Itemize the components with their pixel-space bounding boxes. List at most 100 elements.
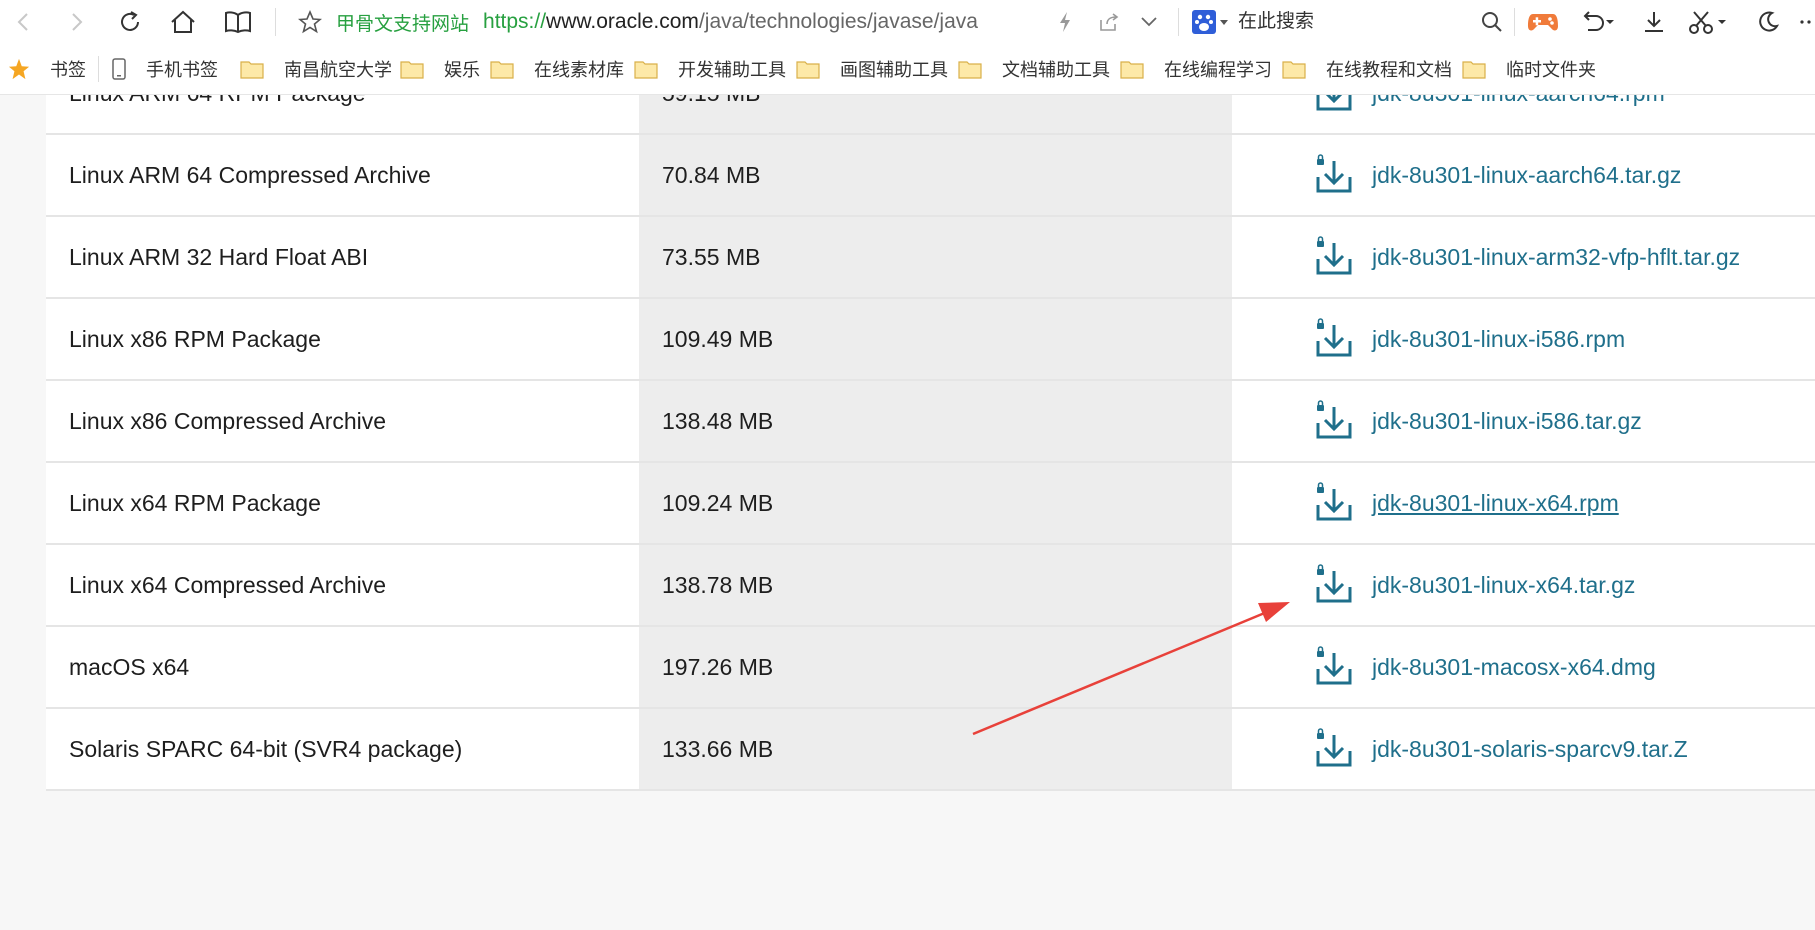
product-name: Linux x64 RPM Package xyxy=(69,490,321,516)
size-cell: 70.84 MB xyxy=(639,135,1232,215)
folder-icon xyxy=(1462,59,1496,79)
product-cell: macOS x64 xyxy=(46,627,639,707)
folder-icon xyxy=(1282,59,1316,79)
product-cell: Linux ARM 32 Hard Float ABI xyxy=(46,217,639,297)
chevron-down-icon[interactable] xyxy=(1132,0,1166,44)
size-cell: 59.15 MB xyxy=(639,95,1232,133)
bookmark-item[interactable]: 文档辅助工具 xyxy=(958,44,1110,94)
download-cell: jdk-8u301-linux-i586.rpm xyxy=(1232,299,1815,379)
bookmarks-bar: 书签 手机书签 南昌航空大学 娱乐 在线素材库 开发辅助工具 画图辅助工具 文档辅助工具 在线编… xyxy=(0,44,1815,95)
bookmark-label: 在线编程学习 xyxy=(1164,60,1272,80)
reload-icon[interactable] xyxy=(110,0,150,44)
browser-toolbar: 甲骨文支持网站 https://www.oracle.com/java/tech… xyxy=(0,0,1815,44)
url-protocol: https:// xyxy=(483,10,547,33)
size-cell: 109.49 MB xyxy=(639,299,1232,379)
download-cell: jdk-8u301-linux-x64.tar.gz xyxy=(1232,545,1815,625)
product-cell: Linux ARM 64 Compressed Archive xyxy=(46,135,639,215)
undo-icon[interactable] xyxy=(1576,0,1620,44)
bookmark-label: 手机书签 xyxy=(146,60,218,80)
bookmark-label: 南昌航空大学 xyxy=(284,60,392,80)
download-cell: jdk-8u301-linux-aarch64.tar.gz xyxy=(1232,135,1815,215)
product-name: Linux ARM 64 RPM Package xyxy=(69,95,366,133)
bookmark-item[interactable]: 画图辅助工具 xyxy=(796,44,948,94)
table-row: Linux x86 RPM Package 109.49 MB jdk-8u301-… xyxy=(46,299,1815,381)
size-cell: 138.48 MB xyxy=(639,381,1232,461)
product-cell: Linux ARM 64 RPM Package xyxy=(46,95,639,133)
table-row: Linux x86 Compressed Archive 138.48 MB jdk… xyxy=(46,381,1815,463)
download-link[interactable]: jdk-8u301-linux-i586.rpm xyxy=(1372,299,1625,379)
size-cell: 73.55 MB xyxy=(639,217,1232,297)
file-size: 109.49 MB xyxy=(662,326,774,352)
download-link[interactable]: jdk-8u301-solaris-sparcv9.tar.Z xyxy=(1372,709,1688,789)
file-size: 138.78 MB xyxy=(662,572,774,598)
table-row: Solaris SPARC 64-bit (SVR4 package) 133.6… xyxy=(46,709,1815,791)
file-size: 59.15 MB xyxy=(662,95,760,133)
download-link[interactable]: jdk-8u301-macosx-x64.dmg xyxy=(1372,627,1656,707)
file-size: 138.48 MB xyxy=(662,408,774,434)
bookmark-item[interactable]: 开发辅助工具 xyxy=(634,44,786,94)
file-size: 109.24 MB xyxy=(662,490,774,516)
bookmark-label: 开发辅助工具 xyxy=(678,60,786,80)
search-engine-icon[interactable] xyxy=(1188,0,1234,44)
table-row: Linux x64 Compressed Archive 138.78 MB jdk… xyxy=(46,545,1815,627)
table-row: Linux ARM 32 Hard Float ABI 73.55 MB jdk-8… xyxy=(46,217,1815,299)
folder-icon xyxy=(400,59,434,79)
bookmark-label: 在线素材库 xyxy=(534,60,624,80)
table-row: macOS x64 197.26 MB jdk-8u301-macosx-x64.d… xyxy=(46,627,1815,709)
download-cell: jdk-8u301-solaris-sparcv9.tar.Z xyxy=(1232,709,1815,789)
more-menu-icon[interactable] xyxy=(1796,0,1815,44)
download-link[interactable]: jdk-8u301-linux-x64.tar.gz xyxy=(1372,545,1635,625)
bookmark-item[interactable]: 娱乐 xyxy=(400,44,480,94)
game-icon[interactable] xyxy=(1522,0,1564,44)
scissors-icon[interactable] xyxy=(1684,0,1732,44)
phone-icon xyxy=(112,58,136,80)
file-size: 133.66 MB xyxy=(662,736,774,762)
home-icon[interactable] xyxy=(163,0,203,44)
download-link[interactable]: jdk-8u301-linux-i586.tar.gz xyxy=(1372,381,1642,461)
size-cell: 138.78 MB xyxy=(639,545,1232,625)
bookmark-label: 在线教程和文档 xyxy=(1326,60,1452,80)
download-link[interactable]: jdk-8u301-linux-arm32-vfp-hflt.tar.gz xyxy=(1372,217,1740,297)
bookmark-item[interactable]: 手机书签 xyxy=(112,44,218,94)
size-cell: 197.26 MB xyxy=(639,627,1232,707)
table-row: Linux ARM 64 Compressed Archive 70.84 MB j… xyxy=(46,135,1815,217)
bookmark-item[interactable]: 南昌航空大学 xyxy=(240,44,392,94)
bookmark-label: 临时文件夹 xyxy=(1506,60,1596,80)
share-icon[interactable] xyxy=(1092,0,1126,44)
bookmark-item[interactable]: 在线素材库 xyxy=(490,44,624,94)
download-icon[interactable] xyxy=(1636,0,1672,44)
download-cell: jdk-8u301-linux-i586.tar.gz xyxy=(1232,381,1815,461)
product-cell: Linux x86 RPM Package xyxy=(46,299,639,379)
reader-icon[interactable] xyxy=(218,0,258,44)
address-bar[interactable]: 甲骨文支持网站 https://www.oracle.com/java/tech… xyxy=(336,0,1076,44)
product-cell: Linux x64 RPM Package xyxy=(46,463,639,543)
product-name: Linux ARM 32 Hard Float ABI xyxy=(69,244,369,270)
bookmark-label: 娱乐 xyxy=(444,60,480,80)
bookmark-item[interactable]: 在线编程学习 xyxy=(1120,44,1272,94)
download-link[interactable]: jdk-8u301-linux-aarch64.tar.gz xyxy=(1372,135,1681,215)
lightning-icon[interactable] xyxy=(1050,0,1080,44)
table-row: Linux ARM 64 RPM Package 59.15 MB jdk-8u30… xyxy=(46,95,1815,135)
bookmark-label: 书签 xyxy=(50,60,86,80)
search-icon[interactable] xyxy=(1474,0,1510,44)
night-mode-icon[interactable] xyxy=(1750,0,1786,44)
forward-icon[interactable] xyxy=(56,0,96,44)
download-link[interactable]: jdk-8u301-linux-x64.rpm xyxy=(1372,463,1619,543)
folder-icon xyxy=(490,59,524,79)
bookmark-item[interactable]: 在线教程和文档 xyxy=(1282,44,1452,94)
download-cell: jdk-8u301-linux-aarch64.rpm xyxy=(1232,95,1815,133)
download-cell: jdk-8u301-macosx-x64.dmg xyxy=(1232,627,1815,707)
product-name: Linux ARM 64 Compressed Archive xyxy=(69,162,431,188)
bookmark-item[interactable]: 书签 xyxy=(8,44,86,94)
product-cell: Linux x64 Compressed Archive xyxy=(46,545,639,625)
product-name: macOS x64 xyxy=(69,654,190,680)
bookmark-label: 文档辅助工具 xyxy=(1002,60,1110,80)
bookmark-star-icon[interactable] xyxy=(293,0,327,44)
site-label: 甲骨文支持网站 xyxy=(336,13,470,35)
back-icon[interactable] xyxy=(4,0,44,44)
bookmark-item[interactable]: 临时文件夹 xyxy=(1462,44,1596,94)
download-link[interactable]: jdk-8u301-linux-aarch64.rpm xyxy=(1372,95,1665,133)
download-table: Linux ARM 64 RPM Package 59.15 MB jdk-8u30… xyxy=(0,95,1815,930)
search-input[interactable]: 在此搜索 xyxy=(1238,0,1314,44)
product-cell: Solaris SPARC 64-bit (SVR4 package) xyxy=(46,709,639,789)
